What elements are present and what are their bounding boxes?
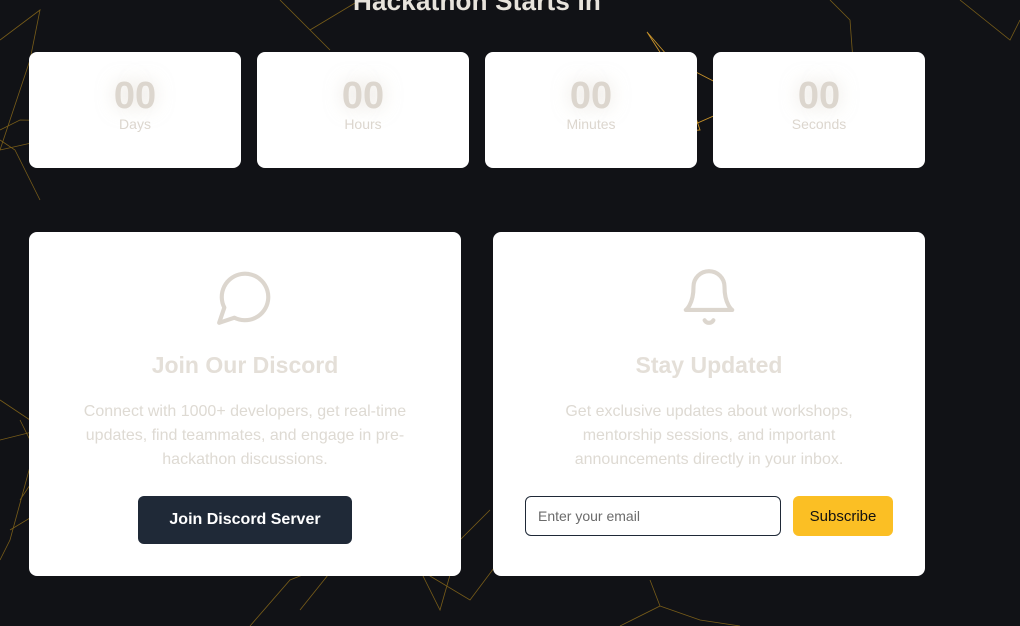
countdown-days-card: 00 Days	[29, 52, 241, 168]
countdown-hours-label: Hours	[344, 116, 382, 132]
countdown-minutes-card: 00 Minutes	[485, 52, 697, 168]
email-field[interactable]	[525, 496, 781, 536]
countdown-days-value: 00	[113, 75, 157, 117]
countdown-minutes-value: 00	[569, 75, 613, 117]
countdown-days-label: Days	[119, 116, 151, 132]
page-title: Hackathon Starts In	[353, 0, 601, 16]
countdown-minutes-label: Minutes	[566, 116, 616, 132]
countdown-seconds-card: 00 Seconds	[713, 52, 925, 168]
bell-icon	[678, 266, 740, 333]
updates-panel: Stay Updated Get exclusive updates about…	[493, 232, 925, 576]
countdown-hours-card: 00 Hours	[257, 52, 469, 168]
countdown-seconds-label: Seconds	[791, 116, 847, 132]
updates-description: Get exclusive updates about workshops, m…	[565, 403, 853, 468]
countdown-seconds-value: 00	[797, 75, 841, 117]
discord-title: Join Our Discord	[151, 352, 339, 378]
join-discord-button[interactable]: Join Discord Server	[138, 496, 352, 544]
discord-description: Connect with 1000+ developers, get real-…	[83, 403, 407, 468]
countdown-hours-value: 00	[341, 75, 385, 117]
subscribe-button[interactable]: Subscribe	[793, 496, 893, 536]
discord-panel: Join Our Discord Connect with 1000+ deve…	[29, 232, 461, 576]
chat-bubble-icon	[214, 266, 276, 333]
updates-title: Stay Updated	[635, 352, 783, 378]
